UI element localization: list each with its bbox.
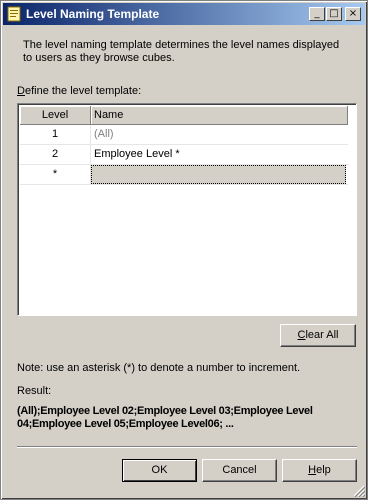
minimize-button[interactable]: _ [309,7,325,21]
define-accel-key: D [17,85,25,97]
size-grip-icon[interactable] [353,485,365,497]
note-text: Note: use an asterisk (*) to denote a nu… [17,362,301,374]
level-cell: 1 [20,125,91,144]
close-button[interactable]: × [345,7,361,21]
grid-row[interactable]: 2 Employee Level * [20,145,348,165]
name-cell[interactable]: (All) [91,125,346,144]
result-line-1: (All);Employee Level 02;Employee Level 0… [17,405,313,417]
maximize-button[interactable]: □ [326,7,342,21]
cancel-button[interactable]: Cancel [202,459,277,482]
define-template-label: Define the level template: [17,85,141,97]
clear-all-label: lear All [305,329,339,341]
define-label-text: efine the level template: [24,85,142,97]
result-line-2: 04;Employee Level 05;Employee Level06; .… [17,418,234,430]
help-label: elp [316,464,331,476]
result-label: Result: [17,385,52,397]
name-cell-selected[interactable] [91,165,346,184]
close-icon: × [348,8,358,19]
dialog-window: Level Naming Template _ □ × The level na… [0,0,368,500]
window-title: Level Naming Template [26,7,160,21]
minimize-icon: _ [314,8,320,19]
column-header-name[interactable]: Name [91,106,348,125]
level-template-grid[interactable]: Level Name 1 (All) 2 Employee Level * * [17,103,357,316]
maximize-icon: □ [329,8,339,19]
description-line-1: The level naming template determines the… [23,39,340,51]
help-button[interactable]: Help [282,459,357,482]
ok-button[interactable]: OK [122,459,197,482]
name-cell[interactable]: Employee Level * [91,145,346,164]
level-cell: * [20,165,91,184]
grid-row[interactable]: 1 (All) [20,125,348,145]
grid-new-row[interactable]: * [20,165,348,185]
footer-divider [17,446,357,448]
column-header-level[interactable]: Level [20,106,91,125]
clear-all-button[interactable]: Clear All [280,324,356,347]
help-accel-key: H [308,464,317,476]
title-bar[interactable]: Level Naming Template _ □ × [3,3,365,25]
level-cell: 2 [20,145,91,164]
description-line-2: to users as they browse cubes. [23,52,175,64]
template-document-icon [7,6,21,22]
